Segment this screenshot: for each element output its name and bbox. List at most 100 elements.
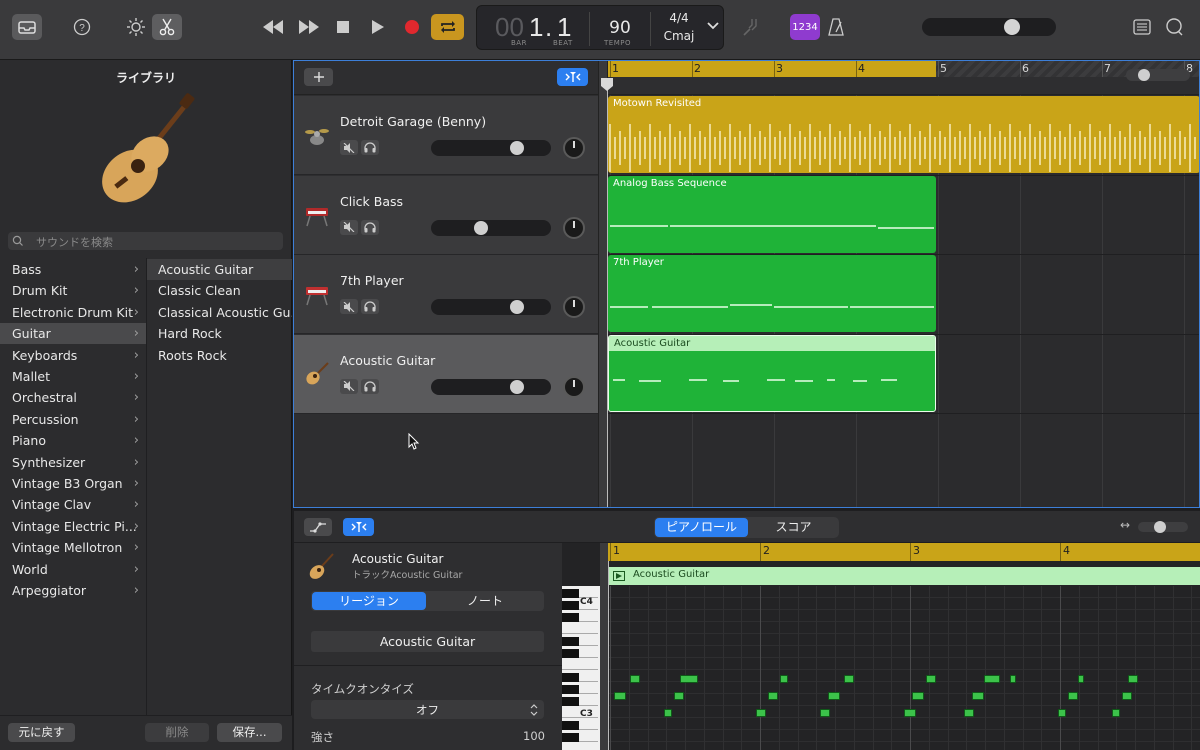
sound-item[interactable]: Classic Clean — [147, 280, 292, 301]
loop-browser-button[interactable] — [1162, 15, 1186, 39]
revert-button[interactable]: 元に戻す — [8, 723, 75, 742]
mute-button[interactable] — [340, 378, 358, 394]
track-header[interactable]: 7th Player — [294, 255, 598, 334]
lcd-display[interactable]: 00 1 . 1 BAR BEAT 90 TEMPO 4/4 Cmaj — [476, 5, 724, 50]
midi-note[interactable] — [1122, 692, 1132, 700]
tab-piano-roll[interactable]: ピアノロール — [655, 518, 748, 537]
rewind-button[interactable] — [258, 15, 288, 39]
black-key[interactable] — [562, 673, 579, 682]
midi-note[interactable] — [630, 675, 640, 683]
master-volume-slider[interactable] — [922, 18, 1056, 36]
black-key[interactable] — [562, 637, 579, 646]
save-button[interactable]: 保存... — [217, 723, 282, 742]
track-header[interactable]: Detroit Garage (Benny) — [294, 96, 598, 175]
region-name-field[interactable]: Acoustic Guitar — [311, 631, 544, 652]
category-item[interactable]: Mallet › — [0, 366, 146, 387]
midi-note[interactable] — [768, 692, 778, 700]
solo-button[interactable] — [361, 378, 379, 394]
midi-note[interactable] — [984, 675, 1000, 683]
midi-note[interactable] — [1010, 675, 1016, 683]
volume-knob[interactable] — [510, 141, 525, 155]
midi-region[interactable]: Analog Bass Sequence — [608, 175, 936, 253]
midi-note[interactable] — [972, 692, 984, 700]
sound-item[interactable]: Hard Rock — [147, 323, 292, 344]
midi-note[interactable] — [1058, 709, 1066, 717]
midi-note[interactable] — [780, 675, 788, 683]
ruler[interactable]: 12345678 — [608, 61, 1200, 95]
seg-note[interactable]: ノート — [427, 592, 543, 610]
note-grid[interactable] — [608, 586, 1200, 750]
black-key[interactable] — [562, 685, 579, 694]
metronome-button[interactable] — [824, 15, 848, 39]
quantize-select[interactable]: オフ — [311, 700, 544, 719]
category-item[interactable]: World › — [0, 559, 146, 580]
help-button[interactable]: ? — [70, 15, 94, 39]
volume-slider[interactable] — [431, 219, 551, 236]
notepad-button[interactable] — [1130, 15, 1154, 39]
black-key[interactable] — [562, 733, 579, 742]
midi-note[interactable] — [844, 675, 854, 683]
midi-note[interactable] — [1078, 675, 1084, 683]
midi-region[interactable]: Acoustic Guitar — [608, 334, 936, 412]
solo-button[interactable] — [361, 140, 379, 155]
zoom-slider[interactable] — [1126, 69, 1190, 81]
category-item[interactable]: Drum Kit › — [0, 280, 146, 301]
midi-note[interactable] — [820, 709, 830, 717]
fast-forward-button[interactable] — [294, 15, 324, 39]
solo-button[interactable] — [361, 299, 379, 314]
black-key[interactable] — [562, 589, 579, 598]
solo-button[interactable] — [361, 219, 379, 235]
midi-note[interactable] — [614, 692, 626, 700]
volume-slider[interactable] — [431, 378, 551, 395]
midi-note[interactable] — [674, 692, 684, 700]
sound-item[interactable]: Roots Rock — [147, 345, 292, 366]
cycle-range[interactable] — [608, 61, 936, 77]
automation-button[interactable] — [304, 518, 332, 536]
pan-knob[interactable] — [563, 216, 585, 239]
smart-controls-button[interactable] — [124, 15, 148, 39]
category-item[interactable]: Electronic Drum Kit › — [0, 302, 146, 323]
library-button[interactable] — [12, 14, 42, 40]
volume-knob[interactable] — [474, 220, 489, 235]
piano-keyboard[interactable] — [562, 586, 600, 750]
midi-note[interactable] — [1112, 709, 1120, 717]
delete-button[interactable]: 削除 — [145, 723, 209, 742]
midi-note[interactable] — [904, 709, 916, 717]
midi-note[interactable] — [964, 709, 974, 717]
black-key[interactable] — [562, 649, 579, 658]
black-key[interactable] — [562, 613, 579, 622]
count-in-button[interactable]: 1234 — [790, 14, 820, 40]
volume-knob[interactable] — [510, 379, 525, 394]
play-button[interactable] — [366, 15, 390, 39]
category-item[interactable]: Keyboards › — [0, 345, 146, 366]
category-item[interactable]: Bass › — [0, 259, 146, 280]
tuner-button[interactable] — [738, 15, 762, 39]
lcd-menu-button[interactable] — [707, 20, 723, 36]
category-item[interactable]: Orchestral › — [0, 387, 146, 408]
category-item[interactable]: Vintage Mellotron › — [0, 537, 146, 558]
midi-note[interactable] — [756, 709, 766, 717]
cycle-button[interactable] — [431, 14, 464, 40]
category-item[interactable]: Synthesizer › — [0, 452, 146, 473]
volume-knob[interactable] — [510, 300, 525, 314]
drummer-region[interactable]: Motown Revisited — [608, 96, 1200, 173]
category-item[interactable]: Percussion › — [0, 409, 146, 430]
track-header[interactable]: Acoustic Guitar — [294, 334, 598, 414]
category-item[interactable]: Vintage Clav › — [0, 494, 146, 515]
catch-playhead-button[interactable] — [557, 68, 588, 86]
playhead[interactable] — [601, 78, 613, 507]
record-button[interactable] — [400, 15, 424, 39]
volume-slider[interactable] — [431, 140, 551, 156]
midi-note[interactable] — [664, 709, 672, 717]
category-item[interactable]: Piano › — [0, 430, 146, 451]
pr-ruler[interactable]: 1 2 3 4 — [608, 543, 1200, 561]
mute-button[interactable] — [340, 140, 358, 155]
stop-button[interactable] — [331, 15, 355, 39]
add-track-button[interactable] — [304, 68, 333, 86]
black-key[interactable] — [562, 697, 579, 706]
editors-button[interactable] — [152, 14, 182, 40]
midi-note[interactable] — [926, 675, 936, 683]
midi-note[interactable] — [1128, 675, 1138, 683]
pan-knob[interactable] — [563, 137, 585, 159]
black-key[interactable] — [562, 721, 579, 730]
